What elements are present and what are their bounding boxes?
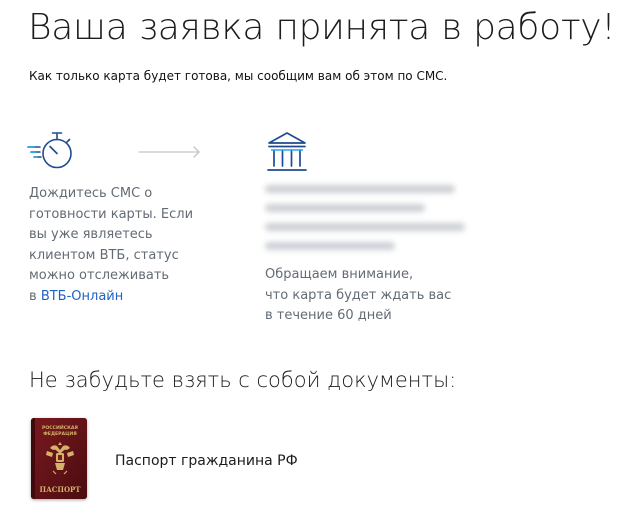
sms-link-prefix: в bbox=[29, 288, 37, 304]
document-label: Паспорт гражданина РФ bbox=[115, 453, 298, 469]
sms-step-line: Дождитесь СМС о bbox=[29, 186, 153, 201]
page-title: Ваша заявка принята в работу! bbox=[28, 7, 616, 48]
document-item-passport: РОССИЙСКАЯ ФЕДЕРАЦИЯ ПАСПОРТ Паспорт гра… bbox=[31, 418, 451, 500]
sms-step-line: можно отслеживать bbox=[29, 268, 170, 283]
passport-icon: РОССИЙСКАЯ ФЕДЕРАЦИЯ ПАСПОРТ bbox=[31, 418, 87, 499]
passport-cover-line: ФЕДЕРАЦИЯ bbox=[43, 431, 77, 437]
arrow-right-icon bbox=[138, 144, 202, 158]
sms-step-line: клиентом ВТБ, статус bbox=[29, 247, 179, 263]
sms-step-link-line: в ВТБ-Онлайн bbox=[29, 287, 219, 308]
branch-notice-line: что карта будет ждать вас bbox=[265, 287, 452, 303]
branch-notice-text: Обращаем внимание, что карта будет ждать… bbox=[265, 265, 465, 327]
vtb-online-link[interactable]: ВТБ-Онлайн bbox=[41, 289, 123, 304]
passport-cover-word: ПАСПОРТ bbox=[39, 485, 81, 494]
bank-icon bbox=[266, 131, 308, 175]
stopwatch-icon bbox=[24, 128, 76, 174]
branch-notice-line: в течение 60 дней bbox=[265, 308, 392, 323]
branch-address-redacted bbox=[265, 185, 470, 261]
documents-title: Не забудьте взять с собой документы: bbox=[29, 368, 457, 392]
branch-notice-line: Обращаем внимание, bbox=[265, 267, 414, 282]
sms-step-text: Дождитесь СМС о готовности карты. Если в… bbox=[29, 184, 219, 307]
page-subtitle: Как только карта будет готова, мы сообщи… bbox=[29, 69, 448, 83]
sms-step-line: готовности карты. Если bbox=[29, 206, 194, 222]
sms-step-line: вы уже являетесь bbox=[29, 227, 153, 242]
